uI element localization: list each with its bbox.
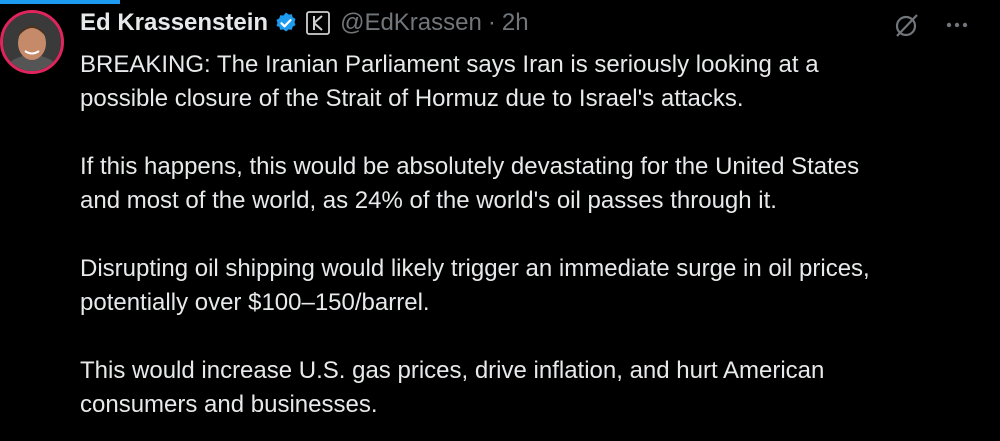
tweet-line: and most of the world, as 24% of the wor… (80, 187, 777, 214)
tweet-line: possible closure of the Strait of Hormuz… (80, 85, 744, 112)
tweet-paragraph: This would increase U.S. gas prices, dri… (80, 354, 980, 422)
grok-icon[interactable] (892, 10, 922, 40)
avatar[interactable] (0, 10, 64, 74)
author-handle[interactable]: @EdKrassen (340, 9, 482, 37)
tweet-paragraph: Disrupting oil shipping would likely tri… (80, 252, 980, 320)
separator-dot: · (487, 9, 496, 36)
tweet-line: Disrupting oil shipping would likely tri… (80, 255, 870, 282)
tweet-line: This would increase U.S. gas prices, dri… (80, 357, 825, 384)
timestamp[interactable]: 2h (502, 9, 529, 37)
tweet-line: potentially over $100–150/barrel. (80, 289, 430, 316)
tweet-paragraph: BREAKING: The Iranian Parliament says Ir… (80, 48, 980, 116)
tweet-header: Ed Krassenstein @EdKrassen · 2h (80, 6, 529, 40)
author-name[interactable]: Ed Krassenstein (80, 9, 268, 37)
k-affiliate-icon[interactable] (306, 11, 330, 35)
more-icon[interactable] (942, 10, 972, 40)
tweet-paragraph: If this happens, this would be absolutel… (80, 150, 980, 218)
tweet-line: If this happens, this would be absolutel… (80, 153, 860, 180)
tweet-line: consumers and businesses. (80, 391, 378, 418)
tweet-actions (892, 10, 972, 40)
verified-check-icon (274, 11, 298, 35)
tweet-line: BREAKING: The Iranian Parliament says Ir… (80, 51, 819, 78)
tweet-text: BREAKING: The Iranian Parliament says Ir… (80, 48, 980, 422)
tweet[interactable]: Ed Krassenstein @EdKrassen · 2h BREAKING… (0, 0, 1000, 441)
